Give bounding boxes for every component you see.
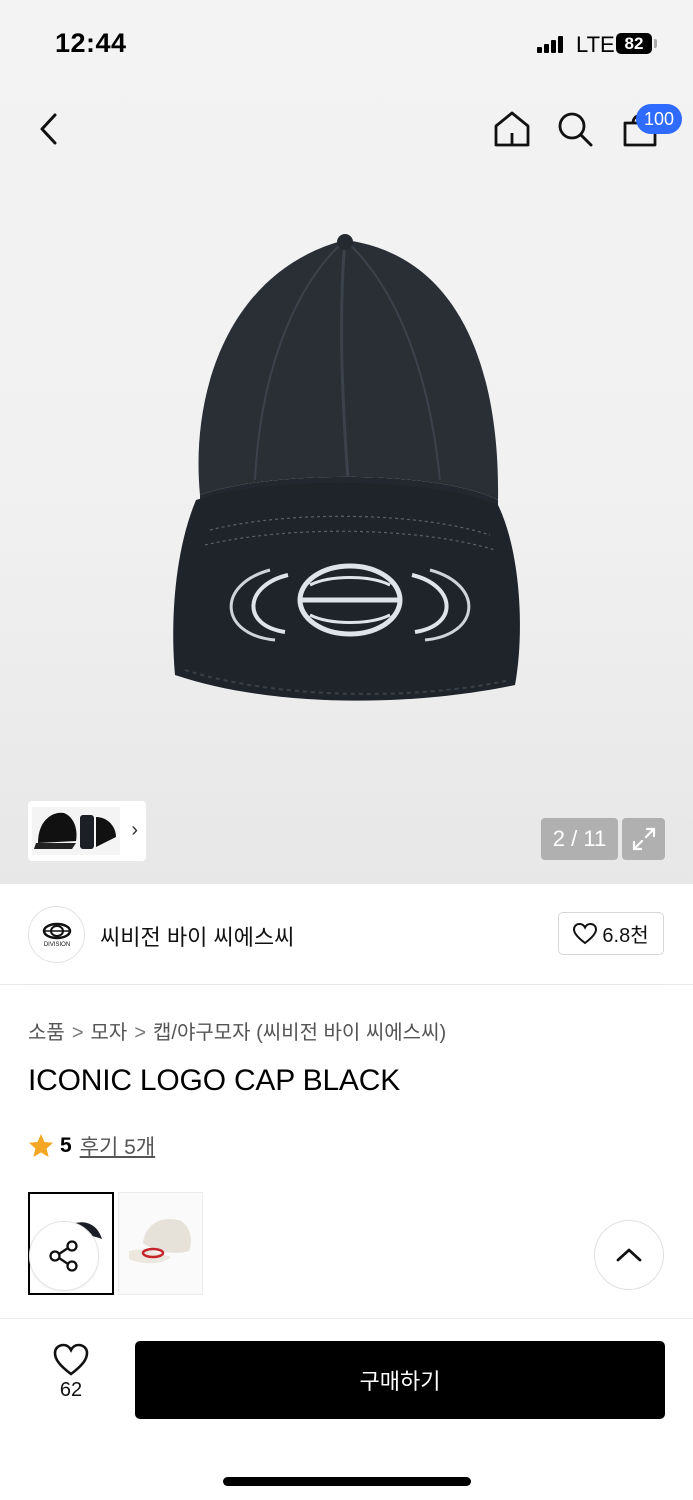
home-indicator	[223, 1477, 471, 1486]
color-option-white[interactable]	[118, 1192, 203, 1295]
product-gallery[interactable]: 12:44 LTE 82 100 › 2 / 11	[0, 0, 693, 884]
back-icon	[40, 113, 57, 145]
breadcrumb-item[interactable]: 소품	[28, 1022, 65, 1044]
status-bar: 12:44 LTE 82	[0, 0, 693, 90]
battery-tip	[654, 39, 657, 48]
back-button[interactable]	[20, 96, 80, 162]
rating-row: 5 후기 5개	[28, 1131, 155, 1161]
breadcrumb-item[interactable]: 모자	[91, 1022, 128, 1044]
signal-icon	[537, 35, 565, 53]
thumbnail-strip[interactable]: ›	[28, 801, 146, 861]
svg-text:DIVISION: DIVISION	[43, 942, 69, 948]
brand-like-count: 6.8천	[602, 925, 649, 947]
page-indicator: 2 / 11	[541, 818, 618, 860]
share-button[interactable]	[29, 1221, 99, 1291]
brand-like-button[interactable]: 6.8천	[558, 912, 664, 955]
brand-logo-mark: DIVISION	[42, 922, 71, 948]
product-title: ICONIC LOGO CAP BLACK	[28, 1064, 401, 1097]
wishlist-count: 62	[59, 1379, 83, 1401]
brand-row[interactable]: DIVISION 씨비전 바이 씨에스씨 6.8천	[0, 884, 693, 985]
brand-logo[interactable]: DIVISION	[28, 906, 85, 963]
expand-button[interactable]	[622, 818, 665, 860]
chevron-up-icon	[616, 1248, 642, 1262]
thumbnail-images	[32, 807, 120, 855]
search-button[interactable]	[545, 96, 605, 162]
review-link[interactable]: 후기 5개	[80, 1131, 155, 1161]
search-icon	[558, 112, 593, 147]
rating-score: 5	[60, 1134, 72, 1157]
breadcrumb-item[interactable]: 캡/야구모자 (씨비전 바이 씨에스씨)	[153, 1022, 446, 1044]
variant-image	[129, 1219, 191, 1264]
bottom-action-bar: 62 구매하기	[0, 1318, 693, 1500]
heart-icon	[573, 922, 598, 944]
scroll-to-top-button[interactable]	[594, 1220, 664, 1290]
buy-button[interactable]: 구매하기	[135, 1341, 665, 1419]
wishlist-button[interactable]: 62	[38, 1343, 104, 1423]
expand-icon	[632, 827, 655, 851]
cart-count-badge: 100	[636, 104, 682, 134]
top-nav	[0, 96, 693, 166]
product-image[interactable]	[160, 230, 540, 710]
star-icon	[29, 1134, 53, 1157]
battery-icon: 82	[616, 33, 652, 54]
breadcrumb: 소품 > 모자 > 캡/야구모자 (씨비전 바이 씨에스씨)	[28, 1016, 446, 1045]
share-icon	[49, 1240, 78, 1272]
brand-name[interactable]: 씨비전 바이 씨에스씨	[100, 920, 294, 952]
home-icon	[494, 111, 530, 147]
divider	[28, 984, 665, 985]
home-button[interactable]	[482, 96, 542, 162]
network-type: LTE	[576, 32, 615, 57]
status-time: 12:44	[55, 28, 127, 58]
chevron-right-icon: ›	[131, 819, 138, 841]
chevron-right-icon: >	[71, 1022, 84, 1044]
heart-icon	[53, 1343, 89, 1376]
chevron-right-icon: >	[134, 1022, 146, 1044]
